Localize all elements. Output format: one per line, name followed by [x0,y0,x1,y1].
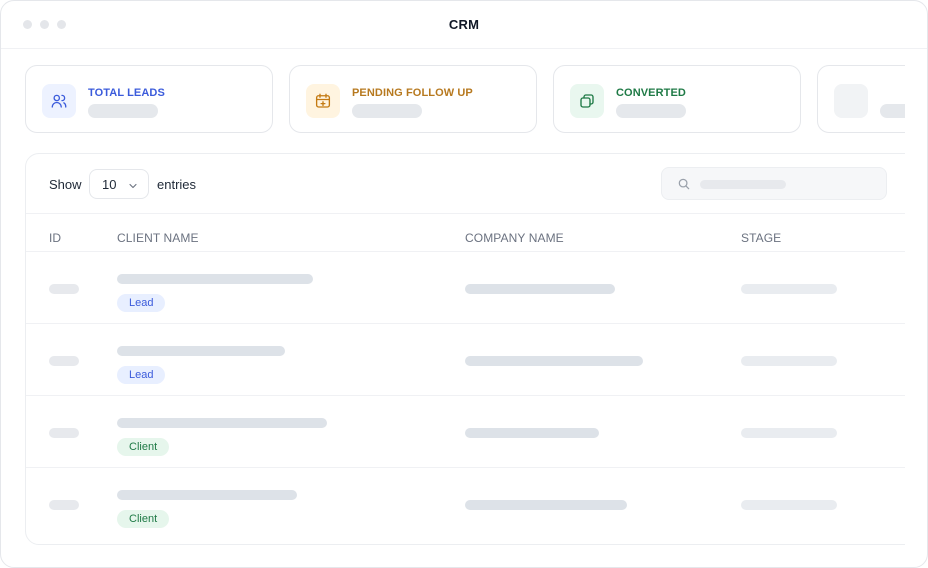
type-badge: Lead [117,366,166,384]
client-name-placeholder [117,490,297,500]
table-row[interactable]: Client [26,396,905,468]
table-header: ID CLIENT NAME COMPANY NAME STAGE [26,214,905,252]
show-label: Show [49,177,82,192]
entries-label: entries [157,177,197,192]
window-title: CRM [448,17,480,32]
calendar-plus-icon [306,84,340,118]
leads-table-panel: Show 10 entries ID CLIENT NAME COMPANY N… [25,153,905,545]
type-badge: Client [117,438,170,456]
chevron-down-icon [127,179,139,197]
stat-card-pending-follow-up[interactable]: PENDING FOLLOW UP [289,65,537,133]
column-header-company-name[interactable]: COMPANY NAME [465,231,564,245]
placeholder-icon [834,84,868,118]
stat-label: TOTAL LEADS [88,87,165,99]
table-toolbar: Show 10 entries [26,154,905,214]
stage-placeholder [741,428,837,438]
client-name-placeholder [117,418,327,428]
table-row[interactable]: Lead [26,324,905,396]
id-placeholder [49,428,79,438]
stage-placeholder [741,500,837,510]
stat-card-total-leads[interactable]: TOTAL LEADS [25,65,273,133]
stat-card-converted[interactable]: CONVERTED [553,65,801,133]
search-icon [677,177,691,196]
stat-label: PENDING FOLLOW UP [352,87,473,99]
column-header-stage[interactable]: STAGE [741,231,781,245]
users-icon [42,84,76,118]
search-input[interactable] [661,167,887,200]
stage-placeholder [741,284,837,294]
copy-icon [570,84,604,118]
search-placeholder-bar [700,180,786,189]
company-name-placeholder [465,356,643,366]
company-name-placeholder [465,284,615,294]
stat-value-placeholder [88,104,158,118]
stage-placeholder [741,356,837,366]
stats-row: TOTAL LEADS PENDING FOLLOW UP CONVERTED [25,65,905,135]
stat-label: CONVERTED [616,87,686,99]
app-window: CRM TOTAL LEADS PENDING FOLLOW UP CONVER… [0,0,928,568]
title-bar: CRM [1,1,927,49]
table-row[interactable]: Client [26,468,905,540]
company-name-placeholder [465,500,627,510]
id-placeholder [49,356,79,366]
type-badge: Client [117,510,170,528]
column-header-client-name[interactable]: CLIENT NAME [117,231,199,245]
table-card: Show 10 entries ID CLIENT NAME COMPANY N… [25,153,905,545]
stat-value-placeholder [880,104,905,118]
page-size-select[interactable]: 10 [89,169,149,199]
column-header-id[interactable]: ID [49,231,61,245]
stat-card-partial[interactable] [817,65,905,133]
company-name-placeholder [465,428,599,438]
stat-value-placeholder [352,104,422,118]
table-row[interactable]: Lead [26,252,905,324]
stat-value-placeholder [616,104,686,118]
id-placeholder [49,284,79,294]
client-name-placeholder [117,346,285,356]
client-name-placeholder [117,274,313,284]
id-placeholder [49,500,79,510]
type-badge: Lead [117,294,166,312]
page-size-value: 10 [102,177,117,192]
